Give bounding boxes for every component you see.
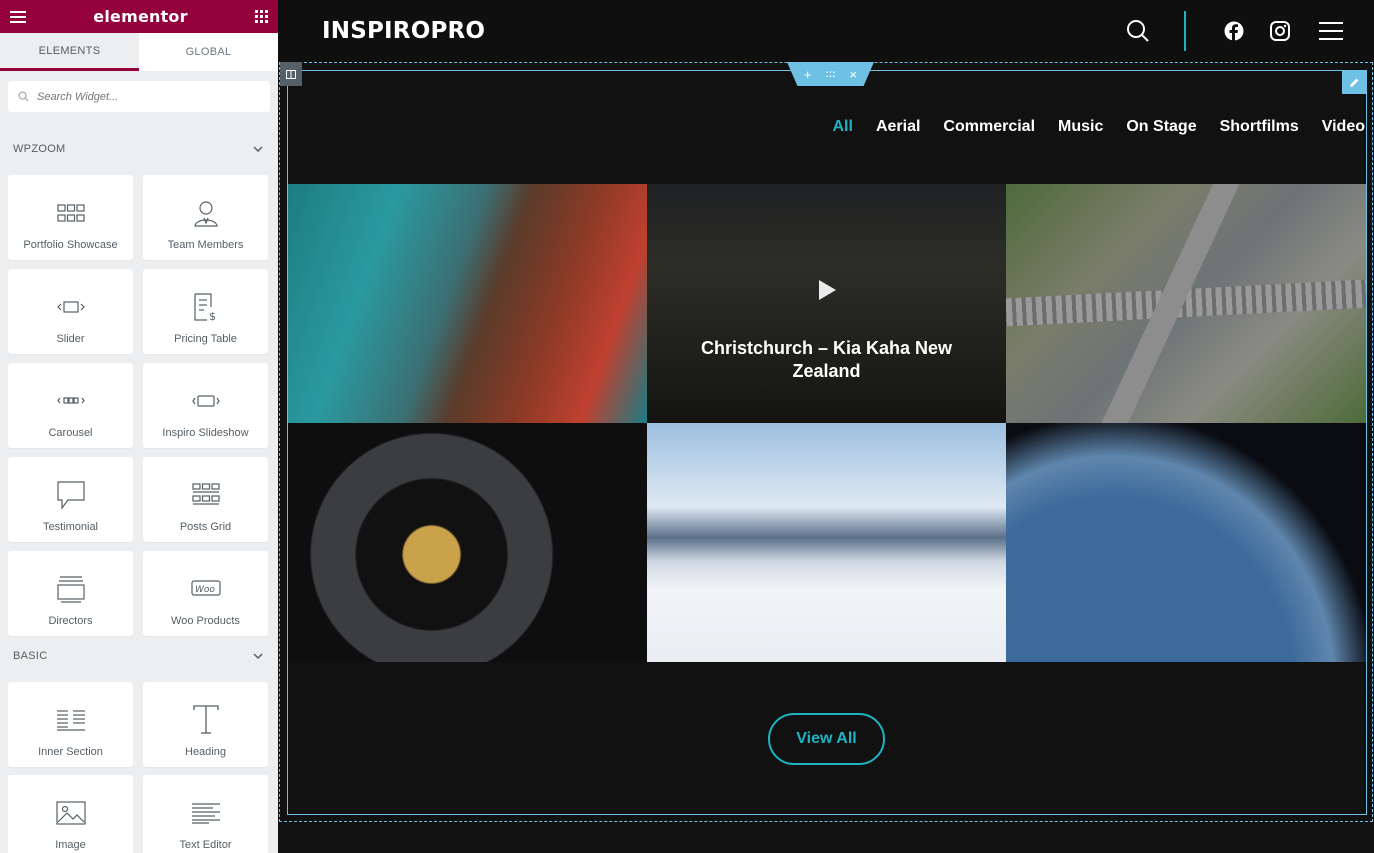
widget-grid-wpzoom: Portfolio Showcase Team Members Slider $… <box>0 175 278 636</box>
directors-icon <box>56 571 85 607</box>
widget-label: Carousel <box>48 427 93 439</box>
pricing-table-icon: $ <box>193 289 219 325</box>
view-all-button[interactable]: View All <box>768 713 885 765</box>
portfolio-item-snow-mountains[interactable] <box>647 423 1006 662</box>
widget-label: Heading <box>185 746 226 758</box>
widget-label: Posts Grid <box>179 521 232 533</box>
drag-section-handle[interactable]: ::: <box>826 69 836 80</box>
apps-grid-icon[interactable] <box>255 10 268 23</box>
widget-image[interactable]: Image <box>8 775 133 853</box>
widget-posts-grid[interactable]: Posts Grid <box>143 457 268 542</box>
chevron-down-icon <box>253 653 263 659</box>
speech-bubble-icon <box>56 477 86 513</box>
widget-label: Text Editor <box>179 839 232 851</box>
chevron-down-icon <box>253 146 263 152</box>
widget-label: Directors <box>48 615 93 627</box>
heading-icon <box>192 702 219 738</box>
widget-pricing-table[interactable]: $ Pricing Table <box>143 269 268 354</box>
image-icon <box>55 795 86 831</box>
instagram-icon[interactable] <box>1270 21 1290 41</box>
section-toolbar: + ::: × <box>787 62 874 86</box>
panel-tabs: ELEMENTS GLOBAL <box>0 33 278 71</box>
filter-aerial[interactable]: Aerial <box>876 118 920 136</box>
widget-woo-products[interactable]: Woo Woo Products <box>143 551 268 636</box>
filter-all[interactable]: All <box>833 118 853 136</box>
play-icon[interactable] <box>819 280 836 300</box>
widget-carousel[interactable]: Carousel <box>8 363 133 448</box>
widget-testimonial[interactable]: Testimonial <box>8 457 133 542</box>
tab-elements[interactable]: ELEMENTS <box>0 33 139 71</box>
header-icons <box>1126 0 1374 62</box>
widget-label: Woo Products <box>171 615 240 627</box>
menu-icon[interactable] <box>10 10 26 23</box>
widget-grid-basic: Inner Section Heading Image Text Editor <box>0 682 278 853</box>
portfolio-item-portrait[interactable] <box>288 184 647 423</box>
filter-on-stage[interactable]: On Stage <box>1126 118 1196 136</box>
widget-team-members[interactable]: Team Members <box>143 175 268 260</box>
tab-global[interactable]: GLOBAL <box>139 33 278 71</box>
column-handle[interactable] <box>280 62 302 86</box>
portfolio-item-earth-orbit[interactable] <box>1006 423 1366 662</box>
widget-label: Inspiro Slideshow <box>162 427 249 439</box>
widget-label: Inner Section <box>38 746 103 758</box>
category-title: WPZOOM <box>13 143 66 155</box>
portfolio-filter-bar: All Aerial Commercial Music On Stage Sho… <box>833 118 1366 136</box>
video-overlay <box>647 184 1006 423</box>
category-title: BASIC <box>13 650 48 662</box>
hamburger-menu-icon[interactable] <box>1318 21 1344 41</box>
slider-icon <box>56 289 85 325</box>
svg-text:Woo: Woo <box>195 585 215 595</box>
text-editor-icon <box>191 795 221 831</box>
header-divider <box>1184 11 1186 51</box>
editor-topbar: elementor <box>0 0 278 33</box>
portfolio-gallery: Christchurch – Kia Kaha New Zealand <box>288 184 1366 662</box>
team-member-icon <box>192 195 220 231</box>
portfolio-item-video[interactable]: Christchurch – Kia Kaha New Zealand <box>647 184 1006 423</box>
widget-label: Team Members <box>167 239 244 251</box>
slideshow-icon <box>191 383 220 419</box>
portfolio-grid-icon <box>56 195 85 231</box>
edit-widget-button[interactable] <box>1342 70 1366 94</box>
column-icon <box>286 69 296 79</box>
portfolio-item-car-wheel[interactable] <box>288 423 647 662</box>
widget-label: Pricing Table <box>174 333 237 345</box>
facebook-icon[interactable] <box>1224 21 1244 41</box>
widget-label: Portfolio Showcase <box>23 239 118 251</box>
inner-section-icon <box>56 702 86 738</box>
filter-shortfilms[interactable]: Shortfilms <box>1220 118 1299 136</box>
site-header: INSPIROPRO <box>278 0 1374 62</box>
widget-label: Image <box>55 839 86 851</box>
carousel-icon <box>56 383 85 419</box>
filter-video[interactable]: Video <box>1322 118 1365 136</box>
widget-portfolio-showcase[interactable]: Portfolio Showcase <box>8 175 133 260</box>
widget-heading[interactable]: Heading <box>143 682 268 767</box>
woo-icon: Woo <box>190 571 221 607</box>
widget-text-editor[interactable]: Text Editor <box>143 775 268 853</box>
add-section-button[interactable]: + <box>804 67 812 82</box>
search-input[interactable] <box>37 90 237 103</box>
filter-commercial[interactable]: Commercial <box>943 118 1035 136</box>
pencil-icon <box>1349 78 1358 87</box>
svg-text:$: $ <box>209 310 216 321</box>
portfolio-item-aerial-highway[interactable] <box>1006 184 1366 423</box>
filter-music[interactable]: Music <box>1058 118 1103 136</box>
preview-canvas: INSPIROPRO + ::: × All Aerial Commercial… <box>278 0 1374 853</box>
elementor-logo: elementor <box>93 7 188 26</box>
category-header-basic[interactable]: BASIC <box>0 649 278 663</box>
widget-slider[interactable]: Slider <box>8 269 133 354</box>
video-title[interactable]: Christchurch – Kia Kaha New Zealand <box>677 337 976 383</box>
widget-directors[interactable]: Directors <box>8 551 133 636</box>
editor-sidebar: elementor ELEMENTS GLOBAL WPZOOM Portfol… <box>0 0 278 853</box>
category-header-wpzoom[interactable]: WPZOOM <box>0 142 278 156</box>
delete-section-button[interactable]: × <box>850 67 858 82</box>
widget-inner-section[interactable]: Inner Section <box>8 682 133 767</box>
search-icon[interactable] <box>1126 19 1150 43</box>
widget-label: Slider <box>56 333 85 345</box>
widget-inspiro-slideshow[interactable]: Inspiro Slideshow <box>143 363 268 448</box>
widget-search[interactable] <box>8 81 270 112</box>
search-icon <box>18 91 29 102</box>
posts-grid-icon <box>191 477 220 513</box>
widget-label: Testimonial <box>42 521 99 533</box>
site-brand[interactable]: INSPIROPRO <box>322 18 485 44</box>
